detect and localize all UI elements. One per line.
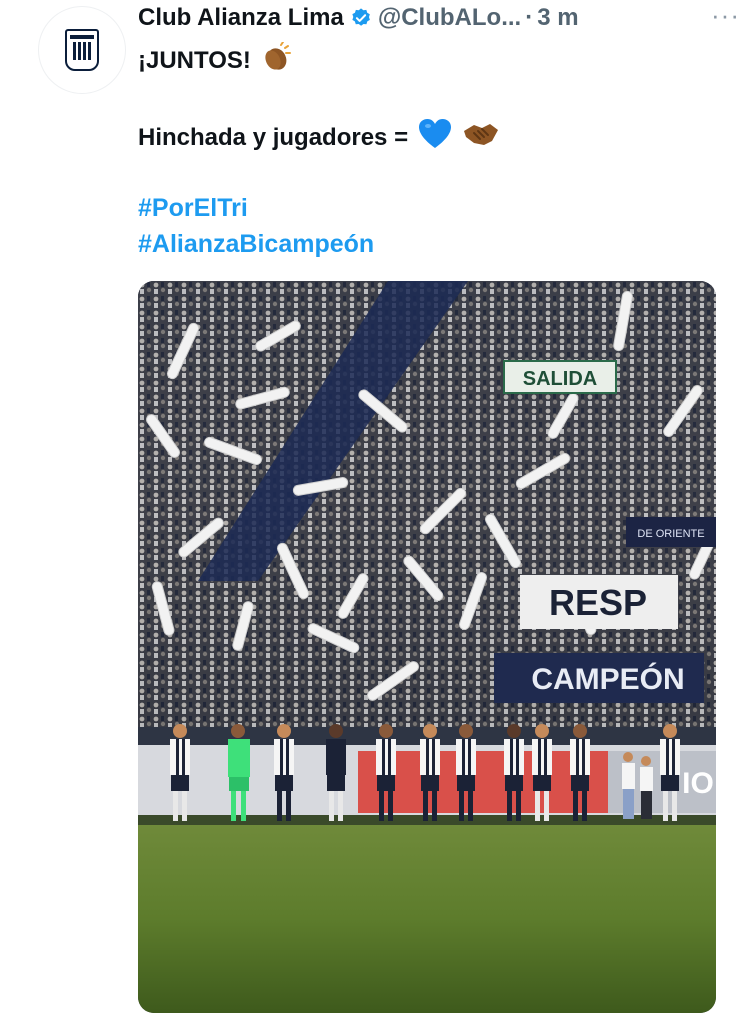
alianza-lima-crest-icon [65,29,99,71]
small-flag-label: DE ORIENTE [637,528,704,540]
hashtag-porelTri-link[interactable]: #PorElTri [138,194,248,223]
handshake-emoji-icon [462,119,500,156]
blue-heart-emoji-icon [418,118,452,157]
exit-sign-label: SALIDA [523,368,597,390]
tweet-line-2: Hinchada y jugadores = [138,118,500,157]
verified-badge-icon [352,8,370,26]
more-options-icon[interactable]: ··· [711,0,740,31]
pitch-board-label: IO [682,767,714,800]
timestamp[interactable]: 3 m [537,4,578,32]
avatar[interactable] [38,6,126,94]
clapping-hands-emoji-icon [261,41,291,79]
tweet-header: Club Alianza Lima @ClubALo... · 3 m [138,2,738,34]
tweet-photo[interactable]: SALIDA DE ORIENTE RESP CAMPEÓN IO [138,281,716,1013]
tweet-text-juntos: ¡JUNTOS! [138,46,251,74]
author-name[interactable]: Club Alianza Lima [138,4,344,32]
banner-right-label: CAMPEÓN [531,662,684,696]
banner-left-label: RESP [549,582,647,623]
author-handle[interactable]: @ClubALo... [378,4,521,32]
separator-dot: · [525,4,534,31]
tweet-line-1: ¡JUNTOS! [138,41,291,79]
hashtag-alianzabicampeon-link[interactable]: #AlianzaBicampeón [138,230,374,259]
stadium-photo-image: SALIDA DE ORIENTE RESP CAMPEÓN IO [138,281,716,1013]
tweet-text-hinchada: Hinchada y jugadores = [138,123,409,151]
